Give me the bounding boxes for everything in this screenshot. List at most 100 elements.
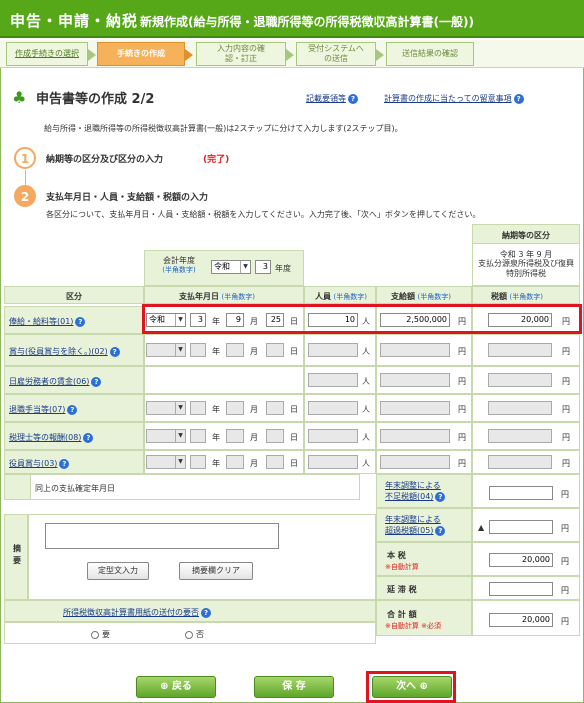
clear-tekiyo-button[interactable]: 摘要欄クリア bbox=[179, 562, 253, 580]
ye-short-link-1[interactable]: 年末調整による bbox=[385, 480, 441, 491]
row-label-cell: 税理士等の報酬(08)? bbox=[4, 422, 144, 450]
ye-over-input[interactable] bbox=[489, 520, 553, 534]
radio-icon bbox=[185, 630, 193, 639]
total-cell: 合 計 額 ※自動計算 ※必須 bbox=[376, 600, 472, 636]
form-title: 新規作成(給与所得・退職所得等の所得税徴収高計算書(一般)) bbox=[140, 15, 474, 29]
row-month-input[interactable] bbox=[226, 343, 244, 357]
send-no-radio[interactable]: 否 bbox=[185, 629, 204, 640]
entai-input[interactable] bbox=[489, 582, 553, 596]
row-label-link[interactable]: 賞与(役員賞与を除く。)(02)? bbox=[9, 346, 120, 357]
chevron-down-icon: ▼ bbox=[175, 344, 185, 356]
back-button[interactable]: ⊕ 戻る bbox=[136, 676, 216, 698]
ye-short-value-cell: 円 bbox=[472, 474, 580, 508]
row-label-cell: 役員賞与(03)? bbox=[4, 450, 144, 474]
row-label-link[interactable]: 税理士等の報酬(08)? bbox=[9, 432, 94, 443]
help-icon: ? bbox=[513, 93, 524, 104]
section-title: 申告・申請・納税 bbox=[10, 12, 139, 30]
same-day-label: 同上の支払確定年月日 bbox=[35, 484, 115, 493]
fixed-text-button[interactable]: 定型文入力 bbox=[87, 562, 149, 580]
row-day-input[interactable] bbox=[266, 429, 284, 443]
total-note: ※自動計算 ※必須 bbox=[385, 622, 441, 630]
row-tax-input[interactable] bbox=[488, 455, 552, 469]
help-link[interactable]: 記載要領等? bbox=[306, 93, 358, 104]
row-month-input[interactable] bbox=[226, 455, 244, 469]
help-icon: ? bbox=[67, 404, 78, 415]
row-era-select[interactable]: ▼ bbox=[146, 429, 186, 443]
row-people-input[interactable] bbox=[308, 343, 358, 357]
row-era-select[interactable]: ▼ bbox=[146, 343, 186, 357]
send-choice-cell: 要 否 bbox=[4, 622, 376, 644]
honzei-value-cell: 20,000 円 bbox=[472, 542, 580, 576]
row-people-input[interactable] bbox=[308, 455, 358, 469]
row-tax-input[interactable] bbox=[488, 373, 552, 387]
entai-value-cell: 円 bbox=[472, 576, 580, 600]
period-header: 納期等の区分 bbox=[502, 231, 550, 240]
step2-desc: 各区分について、支払年月日・人員・支給額・税額を入力してください。入力完了後、「… bbox=[46, 210, 481, 219]
row-amount-input[interactable] bbox=[380, 429, 450, 443]
row-label-cell: 俸給・給料等(01)? bbox=[4, 306, 144, 334]
row-amount-input[interactable] bbox=[380, 401, 450, 415]
fiscal-year-sub: (半角数字) bbox=[162, 266, 196, 274]
step1-status: (完了) bbox=[203, 155, 230, 165]
row-era-select[interactable]: ▼ bbox=[146, 401, 186, 415]
highlight-next bbox=[366, 671, 456, 703]
ye-short-input[interactable] bbox=[489, 486, 553, 500]
row-label-cell: 日雇労務者の賃金(06)? bbox=[4, 366, 144, 394]
row-tax-input[interactable] bbox=[488, 401, 552, 415]
row-year-input[interactable] bbox=[190, 343, 206, 357]
radio-icon bbox=[91, 630, 99, 639]
row-tax-input[interactable] bbox=[488, 343, 552, 357]
help-icon: ? bbox=[348, 93, 358, 104]
entai-cell: 延 滞 税 bbox=[376, 576, 472, 600]
row-people-input[interactable] bbox=[308, 401, 358, 415]
row-year-input[interactable] bbox=[190, 401, 206, 415]
row-label-link[interactable]: 役員賞与(03)? bbox=[9, 458, 70, 469]
row-month-input[interactable] bbox=[226, 429, 244, 443]
total-label: 合 計 額 bbox=[387, 610, 417, 619]
col-amount: 支給額 (半角数字) bbox=[376, 286, 472, 304]
row-date-cell bbox=[144, 366, 304, 394]
ye-short-link-2[interactable]: 不足税額(04)? bbox=[385, 491, 446, 502]
col-tax: 税額 (半角数字) bbox=[472, 286, 580, 304]
fiscal-era-select[interactable]: 令和 ▼ bbox=[211, 260, 251, 274]
fiscal-year-input[interactable]: 3 bbox=[255, 260, 271, 274]
total-input[interactable]: 20,000 bbox=[489, 613, 553, 627]
row-amount-input[interactable] bbox=[380, 373, 450, 387]
row-era-select[interactable]: ▼ bbox=[146, 455, 186, 469]
send-question-link[interactable]: 所得税徴収高計算書用紙の送付の要否? bbox=[63, 607, 211, 618]
row-label-link[interactable]: 退職手当等(07)? bbox=[9, 404, 78, 415]
row-month-input[interactable] bbox=[226, 401, 244, 415]
minus-triangle-icon: ▲ bbox=[478, 523, 485, 532]
row-amount-input[interactable] bbox=[380, 455, 450, 469]
row-people-input[interactable] bbox=[308, 373, 358, 387]
row-year-input[interactable] bbox=[190, 455, 206, 469]
row-label-link[interactable]: 俸給・給料等(01)? bbox=[9, 316, 86, 327]
step-result: 送信結果の確認 bbox=[386, 42, 474, 66]
col-date: 支払年月日 (半角数字) bbox=[144, 286, 304, 304]
ye-over-link-2[interactable]: 超過税額(05)? bbox=[385, 525, 446, 536]
row-day-input[interactable] bbox=[266, 401, 284, 415]
save-button[interactable]: 保 存 bbox=[254, 676, 334, 698]
row-year-input[interactable] bbox=[190, 429, 206, 443]
entai-label: 延 滞 税 bbox=[387, 585, 417, 594]
row-day-input[interactable] bbox=[266, 455, 284, 469]
step-confirm: 入力内容の確認・訂正 bbox=[196, 42, 294, 66]
send-yes-radio[interactable]: 要 bbox=[91, 629, 110, 640]
step-select[interactable]: 作成手続きの選択 bbox=[6, 42, 96, 66]
row-tax-input[interactable] bbox=[488, 429, 552, 443]
col-kubun: 区分 bbox=[4, 286, 144, 304]
highlight-row-01 bbox=[142, 304, 582, 334]
fiscal-year-unit: 年度 bbox=[275, 264, 291, 273]
row-day-input[interactable] bbox=[266, 343, 284, 357]
chevron-down-icon: ▼ bbox=[240, 261, 250, 273]
row-amount-input[interactable] bbox=[380, 343, 450, 357]
help-icon: ? bbox=[109, 346, 120, 357]
ye-over-link-1[interactable]: 年末調整による bbox=[385, 514, 441, 525]
row-people-input[interactable] bbox=[308, 429, 358, 443]
tekiyo-input[interactable] bbox=[45, 523, 279, 549]
honzei-input[interactable]: 20,000 bbox=[489, 553, 553, 567]
period-cell: 納期等の区分 令和 3 年 9 月 支払分源泉所得税及び復興特別所得税 bbox=[472, 224, 580, 286]
chevron-down-icon: ▼ bbox=[175, 456, 185, 468]
notes-link[interactable]: 計算書の作成に当たっての留意事項? bbox=[384, 93, 524, 104]
row-label-link[interactable]: 日雇労務者の賃金(06)? bbox=[9, 376, 102, 387]
